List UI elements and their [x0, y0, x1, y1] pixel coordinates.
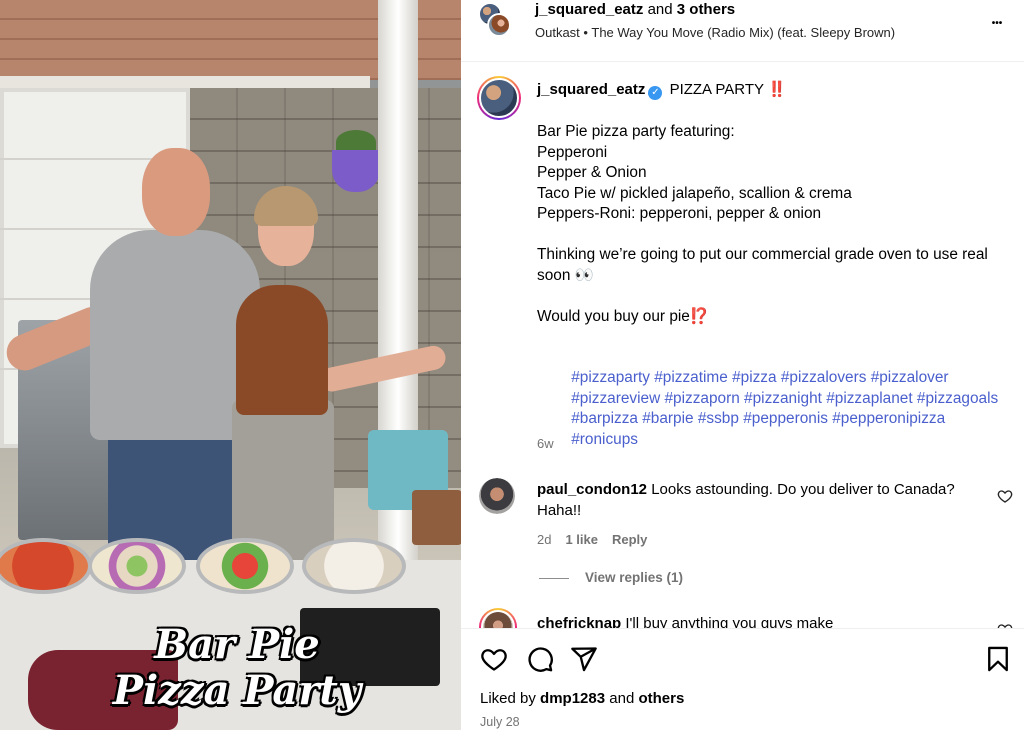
hashtag-link[interactable]: #pizzalovers	[781, 369, 867, 386]
caption-avatar[interactable]	[477, 76, 521, 120]
hashtag-link[interactable]: #pizzaporn	[664, 390, 739, 407]
post-actions: Liked by dmp1283 and others July 28	[461, 628, 1024, 730]
caption-timestamp[interactable]: 6w	[537, 436, 554, 451]
bookmark-icon[interactable]	[984, 645, 1012, 673]
person-head	[142, 148, 210, 236]
header-usernames: j_squared_eatz and 3 others	[535, 1, 735, 19]
comment-avatar[interactable]	[479, 478, 515, 514]
caption-line: Pepper & Onion	[537, 164, 647, 181]
comment-likes[interactable]: 1 like	[565, 532, 598, 547]
hashtag-link[interactable]: #ssbp	[698, 410, 739, 427]
heart-icon[interactable]	[480, 645, 508, 673]
view-replies-button[interactable]: View replies (1)	[539, 570, 683, 585]
comment-text: paul_condon12 Looks astounding. Do you d…	[537, 480, 977, 521]
pizza-peppers-roni	[196, 538, 294, 594]
post-date[interactable]: July 28	[480, 715, 520, 729]
verified-badge-icon: ✓	[648, 86, 663, 100]
avatar[interactable]	[487, 13, 511, 37]
hashtag-link[interactable]: #barpizza	[571, 410, 638, 427]
caption-username[interactable]: j_squared_eatz	[537, 81, 645, 98]
liked-by-prefix: Liked by	[480, 690, 536, 707]
comment-username[interactable]: paul_condon12	[537, 481, 647, 498]
audio-track[interactable]: Outkast • The Way You Move (Radio Mix) (…	[535, 24, 895, 41]
liked-by-and: and	[609, 690, 635, 707]
comment-username[interactable]: chefricknap	[537, 615, 621, 628]
hashtag-link[interactable]: #ronicups	[571, 431, 638, 448]
caption-line: Bar Pie pizza party featuring:	[537, 123, 735, 140]
audio-track-name[interactable]: The Way You Move (Radio Mix) (feat. Slee…	[591, 25, 895, 40]
hanging-planter	[332, 150, 380, 192]
hashtag-link[interactable]: #pizzaparty	[571, 369, 650, 386]
caption-line: Pepperoni	[537, 143, 608, 161]
hashtag-link[interactable]: #pizzaplanet	[826, 390, 912, 407]
hashtag-link[interactable]: #pizzalover	[871, 369, 949, 386]
caption-body: Bar Pie pizza party featuring: Pepperoni…	[537, 122, 1007, 471]
header-username[interactable]: j_squared_eatz	[535, 1, 643, 18]
hashtag-link[interactable]: #pizzagoals	[917, 390, 998, 407]
hashtag-list: #pizzaparty #pizzatime #pizza #pizzalove…	[537, 348, 1007, 471]
hashtag-link[interactable]: #barpie	[642, 410, 693, 427]
pizza-taco-pie	[302, 538, 406, 594]
hashtag-link[interactable]: #pizza	[732, 369, 777, 386]
caption-title: PIZZA PARTY ‼️	[669, 81, 787, 98]
caption-line: Peppers-Roni: pepperoni, pepper & onion	[537, 205, 822, 222]
overlay-line-1: Bar Pie	[154, 621, 320, 668]
audio-separator: •	[583, 25, 588, 40]
comment-item: chefricknap I'll buy anything you guys m…	[461, 608, 1024, 628]
liked-by-user[interactable]: dmp1283	[540, 690, 605, 707]
view-replies-label: View replies (1)	[585, 570, 684, 585]
caption-paragraph: Would you buy our pie⁉️	[537, 307, 710, 325]
replies-dash	[539, 577, 569, 579]
person-top	[236, 285, 328, 415]
post-media[interactable]: Bar Pie Pizza Party	[0, 0, 461, 730]
roof-trim	[0, 76, 370, 88]
comment-body: I'll buy anything you guys make	[625, 615, 834, 628]
more-options-button[interactable]: •••	[983, 8, 1011, 32]
post-header: j_squared_eatz and 3 others Outkast • Th…	[461, 0, 1024, 62]
comment-time[interactable]: 2d	[537, 532, 551, 547]
comment-like-heart-icon[interactable]	[997, 488, 1013, 504]
comments-scroll-area[interactable]: j_squared_eatz ✓ PIZZA PARTY ‼️ Bar Pie p…	[461, 62, 1024, 628]
comment-icon[interactable]	[526, 645, 554, 673]
liked-by-line: Liked by dmp1283 and others	[480, 690, 684, 707]
caption-header: j_squared_eatz ✓ PIZZA PARTY ‼️	[537, 80, 787, 100]
caption-paragraph: Thinking we’re going to put our commerci…	[537, 246, 993, 284]
hashtag-link[interactable]: #pizzanight	[744, 390, 822, 407]
hashtag-link[interactable]: #pepperonis	[743, 410, 828, 427]
comment-text: chefricknap I'll buy anything you guys m…	[537, 614, 977, 628]
share-icon[interactable]	[570, 645, 598, 673]
liked-by-others[interactable]: others	[638, 690, 684, 707]
hashtag-link[interactable]: #pizzatime	[654, 369, 728, 386]
reply-button[interactable]: Reply	[612, 532, 647, 547]
flower-pot	[412, 490, 461, 545]
comment-item: paul_condon12 Looks astounding. Do you d…	[461, 478, 1024, 608]
header-and: and	[647, 1, 673, 18]
media-overlay-title: Bar Pie Pizza Party	[112, 622, 362, 714]
post-side-panel: j_squared_eatz and 3 others Outkast • Th…	[461, 0, 1024, 730]
comment-avatar[interactable]	[479, 608, 517, 628]
hashtag-link[interactable]: #pizzareview	[571, 390, 660, 407]
audio-artist[interactable]: Outkast	[535, 25, 580, 40]
hashtag-link[interactable]: #pepperonipizza	[832, 410, 945, 427]
comment-meta: 2d 1 like Reply	[537, 532, 661, 547]
overlay-line-2: Pizza Party	[112, 667, 362, 714]
more-horizontal-icon: •••	[991, 18, 1003, 29]
header-others[interactable]: 3 others	[677, 1, 735, 18]
pizza-pepper-onion	[88, 538, 186, 594]
caption-line: Taco Pie w/ pickled jalapeño, scallion &…	[537, 184, 852, 202]
